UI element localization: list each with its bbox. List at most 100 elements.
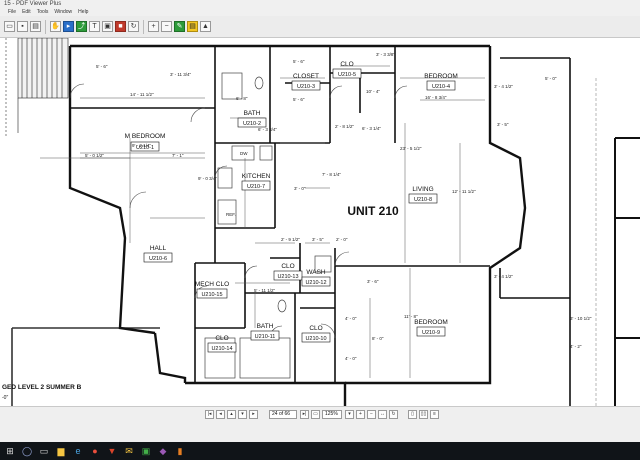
zoom-out-icon[interactable]: − (161, 21, 172, 32)
menu-bar: File Edit Tools Window Help (0, 8, 640, 16)
room-tag-clo-10: U210-10 (305, 336, 326, 342)
room-label-closet: CLOSET (293, 73, 319, 80)
menu-help[interactable]: Help (78, 8, 88, 16)
brave-icon[interactable]: ▼ (105, 444, 119, 458)
unit-title: UNIT 210 (347, 204, 399, 218)
app-icon[interactable]: ▣ (139, 444, 153, 458)
last-page-icon[interactable]: ▸| (300, 410, 309, 419)
sheet-label: GED LEVEL 2 SUMMER B (2, 384, 82, 391)
room-label-bedroom-9: BEDROOM (414, 319, 448, 326)
room-tag-living: U210-8 (414, 197, 432, 203)
sheet-scale: -0" (2, 395, 8, 401)
document-canvas[interactable]: M BEDROOM U210-1 BATH U210-2 CLOSET U210… (0, 38, 640, 406)
single-page-icon[interactable]: ▯ (408, 410, 417, 419)
dim-label: REF. (226, 212, 236, 217)
room-tag-bedroom: U210-4 (432, 84, 450, 90)
save-icon[interactable]: ▪ (17, 21, 28, 32)
file-explorer-icon[interactable]: ▆ (54, 444, 68, 458)
dim-label: 3' - 5" (497, 122, 509, 127)
next-page-icon[interactable]: ▸ (249, 410, 258, 419)
dimension-labels: 5' - 6" 14' - 11 1/2" 3' - 11 3/4" 6' - … (85, 52, 592, 361)
prev-page-icon[interactable]: ◂ (216, 410, 225, 419)
dim-label: 4' - 0" (345, 316, 357, 321)
dim-label: 5' - 6" (293, 59, 305, 64)
toolbar-divider (45, 19, 46, 34)
text-tool-icon[interactable]: T (89, 21, 100, 32)
page-down-icon[interactable]: ▾ (238, 410, 247, 419)
window-title: 15 - PDF Viewer Plus (4, 1, 62, 7)
dim-label: 10' - 4" (366, 89, 380, 94)
dim-label: 2' - 9 1/2" (281, 237, 300, 242)
room-label-clo-5: CLO (340, 61, 353, 68)
task-view-icon[interactable]: ▭ (37, 444, 51, 458)
dim-label: 3' - 10 1/2" (570, 316, 592, 321)
pdf-icon[interactable]: ■ (115, 21, 126, 32)
select-tool-icon[interactable]: ▸ (63, 21, 74, 32)
dim-label: 4' - 2" (570, 344, 582, 349)
dim-label: 5' - 0" (545, 76, 557, 81)
dim-label: 8' - 0" (372, 336, 384, 341)
zoom-in-icon[interactable]: + (148, 21, 159, 32)
zoom-in-icon[interactable]: + (356, 410, 365, 419)
menu-edit[interactable]: Edit (22, 8, 31, 16)
menu-tools[interactable]: Tools (37, 8, 49, 16)
annotate-icon[interactable]: ✎ (174, 21, 185, 32)
right-page-walls (614, 137, 640, 406)
two-page-icon[interactable]: ▯▯ (419, 410, 428, 419)
room-tag-clo-5: U210-5 (338, 72, 356, 78)
page-up-icon[interactable]: ▴ (227, 410, 236, 419)
pdf-viewer-taskbar-icon[interactable]: ▮ (173, 444, 187, 458)
open-file-icon[interactable]: ▭ (4, 21, 15, 32)
adjacent-unit-walls (499, 57, 571, 406)
hand-tool-icon[interactable]: ✋ (50, 21, 61, 32)
room-label-mech-clo: MECH CLO (195, 281, 229, 288)
room-label-kitchen: KITCHEN (242, 173, 271, 180)
room-label-living: LIVING (412, 186, 433, 193)
room-label-hall: HALL (150, 245, 167, 252)
dim-label: 12' - 11 1/2" (452, 189, 476, 194)
room-tag-bath-11: U210-11 (255, 334, 276, 340)
search-icon[interactable]: ◯ (20, 444, 34, 458)
toolbar: ▭ ▪ ▤ ✋ ▸ ⤴ T ▣ ■ ↻ + − ✎ ▤ ▲ (0, 16, 640, 38)
zoom-field[interactable]: 125% (322, 410, 342, 419)
zoom-dropdown-icon[interactable]: ▾ (345, 410, 354, 419)
stamp-icon[interactable]: ▲ (200, 21, 211, 32)
room-label-bath: BATH (244, 110, 261, 117)
dim-label: 2' - 8 1/2" (335, 124, 354, 129)
rotate-view-icon[interactable]: ↻ (389, 410, 398, 419)
image-tool-icon[interactable]: ▣ (102, 21, 113, 32)
dim-label: 3' - 3 3/8" (376, 52, 395, 57)
room-tag-mech-clo: U210-15 (201, 292, 222, 298)
edge-icon[interactable]: e (71, 444, 85, 458)
room-label-wash: WASH (306, 269, 326, 276)
dim-label: 2' - 0" (336, 237, 348, 242)
room-tag-bedroom-9: U210-9 (422, 330, 440, 336)
dim-label: 5' - 0 1/2" (85, 153, 104, 158)
dim-label: 5' - 6" (293, 97, 305, 102)
fit-page-icon[interactable]: ▭ (311, 410, 320, 419)
dim-label: 16' - 8 3/4" (425, 95, 447, 100)
export-icon[interactable]: ⤴ (76, 21, 87, 32)
rotate-icon[interactable]: ↻ (128, 21, 139, 32)
mail-icon[interactable]: ✉ (122, 444, 136, 458)
room-tag-wash: U210-12 (305, 280, 326, 286)
fit-width-icon[interactable]: ↔ (378, 410, 387, 419)
toolbar-divider (143, 19, 144, 34)
room-label-clo-10: CLO (309, 325, 322, 332)
continuous-icon[interactable]: ≡ (430, 410, 439, 419)
page-number-field[interactable]: 24 of 66 (269, 410, 297, 419)
dim-label: 3' - 11 3/4" (170, 72, 192, 77)
first-page-icon[interactable]: |◂ (205, 410, 214, 419)
room-tag-clo-14: U210-14 (211, 346, 232, 352)
media-icon[interactable]: ◆ (156, 444, 170, 458)
room-label-bedroom: BEDROOM (424, 73, 458, 80)
highlight-icon[interactable]: ▤ (187, 21, 198, 32)
chrome-icon[interactable]: ● (88, 444, 102, 458)
print-icon[interactable]: ▤ (30, 21, 41, 32)
windows-start-icon[interactable]: ⊞ (3, 444, 17, 458)
zoom-out-icon[interactable]: − (367, 410, 376, 419)
menu-window[interactable]: Window (54, 8, 72, 16)
dim-label: 7' - 8 1/4" (322, 172, 341, 177)
room-label-m-bedroom: M BEDROOM (125, 133, 166, 140)
menu-file[interactable]: File (8, 8, 16, 16)
